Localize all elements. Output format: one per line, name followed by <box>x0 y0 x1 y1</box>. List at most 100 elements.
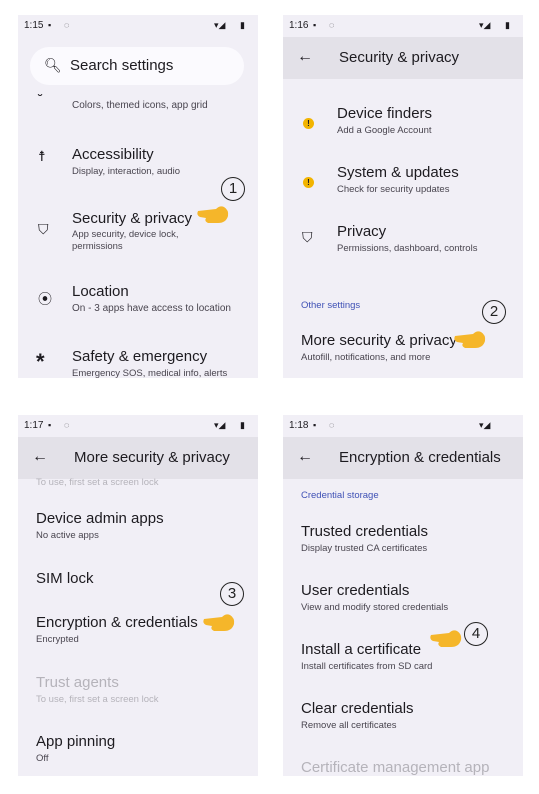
status-bar: 1:16 ▪ ◌ ▾◢ ▮ <box>283 15 523 37</box>
item-title: App pinning <box>36 733 116 750</box>
status-time: 1:16 <box>289 20 309 31</box>
settings-item-clear-credentials[interactable]: Clear credentials Remove all certificate… <box>283 700 523 740</box>
item-subtitle: App security, device lock, <box>72 229 179 240</box>
screen-settings: 1:15 ▪ ◌ ▾◢ ▮ 🔍︎ Search settings ˘ Color… <box>18 15 258 378</box>
sync-icon: ◌ <box>329 420 335 430</box>
item-subtitle: Check for security updates <box>337 184 450 195</box>
step-number-badge: 3 <box>220 582 244 606</box>
settings-item-accessibility[interactable]: ☨ Accessibility Display, interaction, au… <box>18 143 258 183</box>
section-header: Credential storage <box>301 490 379 501</box>
item-subtitle: Display trusted CA certificates <box>301 543 428 554</box>
settings-item-system-updates[interactable]: ! System & updates Check for security up… <box>283 164 523 204</box>
settings-item-safety-emergency[interactable]: * Safety & emergency Emergency SOS, medi… <box>18 346 258 378</box>
privacy-shield-icon: ⛉ <box>302 229 313 245</box>
back-arrow-icon[interactable]: ← <box>297 48 313 66</box>
settings-item-app-pinning[interactable]: App pinning Off <box>18 733 258 773</box>
palette-icon: ˘ <box>38 91 43 107</box>
settings-item-wallpaper[interactable]: ˘ Colors, themed icons, app grid <box>18 91 258 123</box>
status-time: 1:17 <box>24 420 44 431</box>
pointing-hand-icon <box>203 614 235 631</box>
item-title: Install a certificate <box>301 641 422 658</box>
step-number-badge: 1 <box>221 177 245 201</box>
item-subtitle: Colors, themed icons, app grid <box>72 100 208 111</box>
back-arrow-icon[interactable]: ← <box>297 448 313 466</box>
battery-icon: ▮ <box>240 20 245 30</box>
page-title: Encryption & credentials <box>339 449 501 466</box>
status-bar: 1:15 ▪ ◌ ▾◢ ▮ <box>18 15 258 37</box>
settings-item-install-certificate[interactable]: Install a certificate Install certificat… <box>283 641 523 681</box>
status-time: 1:15 <box>24 20 44 31</box>
item-title: Device admin apps <box>36 510 164 527</box>
item-subtitle: Emergency SOS, medical info, alerts <box>72 368 228 378</box>
item-title: Privacy <box>337 223 387 240</box>
item-subtitle: Add a Google Account <box>337 125 432 136</box>
signal-icon: ▾◢ <box>214 20 226 30</box>
signal-icon: ▾◢ <box>479 20 491 30</box>
item-title: Encryption & credentials <box>36 614 198 631</box>
status-bar: 1:17 ▪ ◌ ▾◢ ▮ <box>18 415 258 437</box>
battery-icon: ▮ <box>505 20 510 30</box>
asterisk-icon: * <box>36 349 45 374</box>
cut-off-item: To use, first set a screen lock <box>18 477 258 489</box>
item-title: Trust agents <box>36 674 119 691</box>
item-subtitle: No active apps <box>36 530 99 541</box>
settings-item-trusted-credentials[interactable]: Trusted credentials Display trusted CA c… <box>283 523 523 563</box>
step-number-badge: 4 <box>464 622 488 646</box>
item-title: Security & privacy <box>72 210 193 227</box>
item-title: Trusted credentials <box>301 523 429 540</box>
back-arrow-icon[interactable]: ← <box>32 448 48 466</box>
status-bar: 1:18 ▪ ◌ ▾◢ <box>283 415 523 437</box>
app-bar: ← Encryption & credentials <box>283 437 523 479</box>
settings-item-more-security[interactable]: More security & privacy Autofill, notifi… <box>283 331 523 371</box>
item-title: Clear credentials <box>301 700 414 717</box>
item-title: Safety & emergency <box>72 348 208 365</box>
signal-icon: ▾◢ <box>214 420 226 430</box>
app-bar: ← More security & privacy <box>18 437 258 479</box>
item-subtitle: View and modify stored credentials <box>301 602 449 613</box>
screen-more-security-privacy: 1:17 ▪ ◌ ▾◢ ▮ ← More security & privacy … <box>18 415 258 776</box>
sync-icon: ◌ <box>329 20 335 30</box>
sim-icon: ▪ <box>313 420 317 430</box>
search-bar[interactable]: 🔍︎ Search settings <box>30 47 244 85</box>
settings-item-device-finders[interactable]: ! Device finders Add a Google Account <box>283 105 523 145</box>
item-title: SIM lock <box>36 570 94 587</box>
battery-icon: ▮ <box>240 420 245 430</box>
item-subtitle-line2: permissions <box>72 241 123 252</box>
screen-security-privacy: 1:16 ▪ ◌ ▾◢ ▮ ← Security & privacy ! Dev… <box>283 15 523 378</box>
settings-item-privacy[interactable]: ⛉ Privacy Permissions, dashboard, contro… <box>283 223 523 263</box>
item-subtitle: Encrypted <box>36 634 79 645</box>
location-pin-icon: ⦿ <box>38 291 52 307</box>
status-time: 1:18 <box>289 420 309 431</box>
item-subtitle: Remove all certificates <box>301 720 397 731</box>
section-header: Other settings <box>301 300 361 311</box>
item-subtitle: To use, first set a screen lock <box>36 477 159 488</box>
warning-icon: ! <box>303 113 314 129</box>
pointing-hand-icon <box>454 331 486 348</box>
settings-item-user-credentials[interactable]: User credentials View and modify stored … <box>283 582 523 622</box>
item-title: Location <box>72 283 129 300</box>
pointing-hand-icon <box>197 206 229 223</box>
item-title: Certificate management app <box>301 759 490 776</box>
search-icon: 🔍︎ <box>44 57 62 73</box>
settings-item-certificate-management-app: Certificate management app <box>283 759 523 776</box>
warning-icon: ! <box>303 172 314 188</box>
signal-icon: ▾◢ <box>479 420 491 430</box>
sim-icon: ▪ <box>48 420 52 430</box>
sync-icon: ◌ <box>64 20 70 30</box>
item-title: Device finders <box>337 105 433 122</box>
item-subtitle: Off <box>36 753 49 764</box>
settings-item-device-admin-apps[interactable]: Device admin apps No active apps <box>18 510 258 550</box>
settings-item-location[interactable]: ⦿ Location On - 3 apps have access to lo… <box>18 283 258 323</box>
item-title: Accessibility <box>72 146 154 163</box>
item-subtitle: Display, interaction, audio <box>72 166 181 177</box>
app-bar: ← Security & privacy <box>283 37 523 79</box>
pointing-hand-icon <box>430 630 462 647</box>
settings-item-trust-agents: Trust agents To use, first set a screen … <box>18 674 258 714</box>
sim-icon: ▪ <box>48 20 52 30</box>
item-title: More security & privacy <box>301 332 457 349</box>
sim-icon: ▪ <box>313 20 317 30</box>
shield-icon: ⛉ <box>38 221 49 237</box>
item-title: System & updates <box>337 164 459 181</box>
accessibility-icon: ☨ <box>38 148 46 164</box>
search-input[interactable]: Search settings <box>70 57 173 74</box>
